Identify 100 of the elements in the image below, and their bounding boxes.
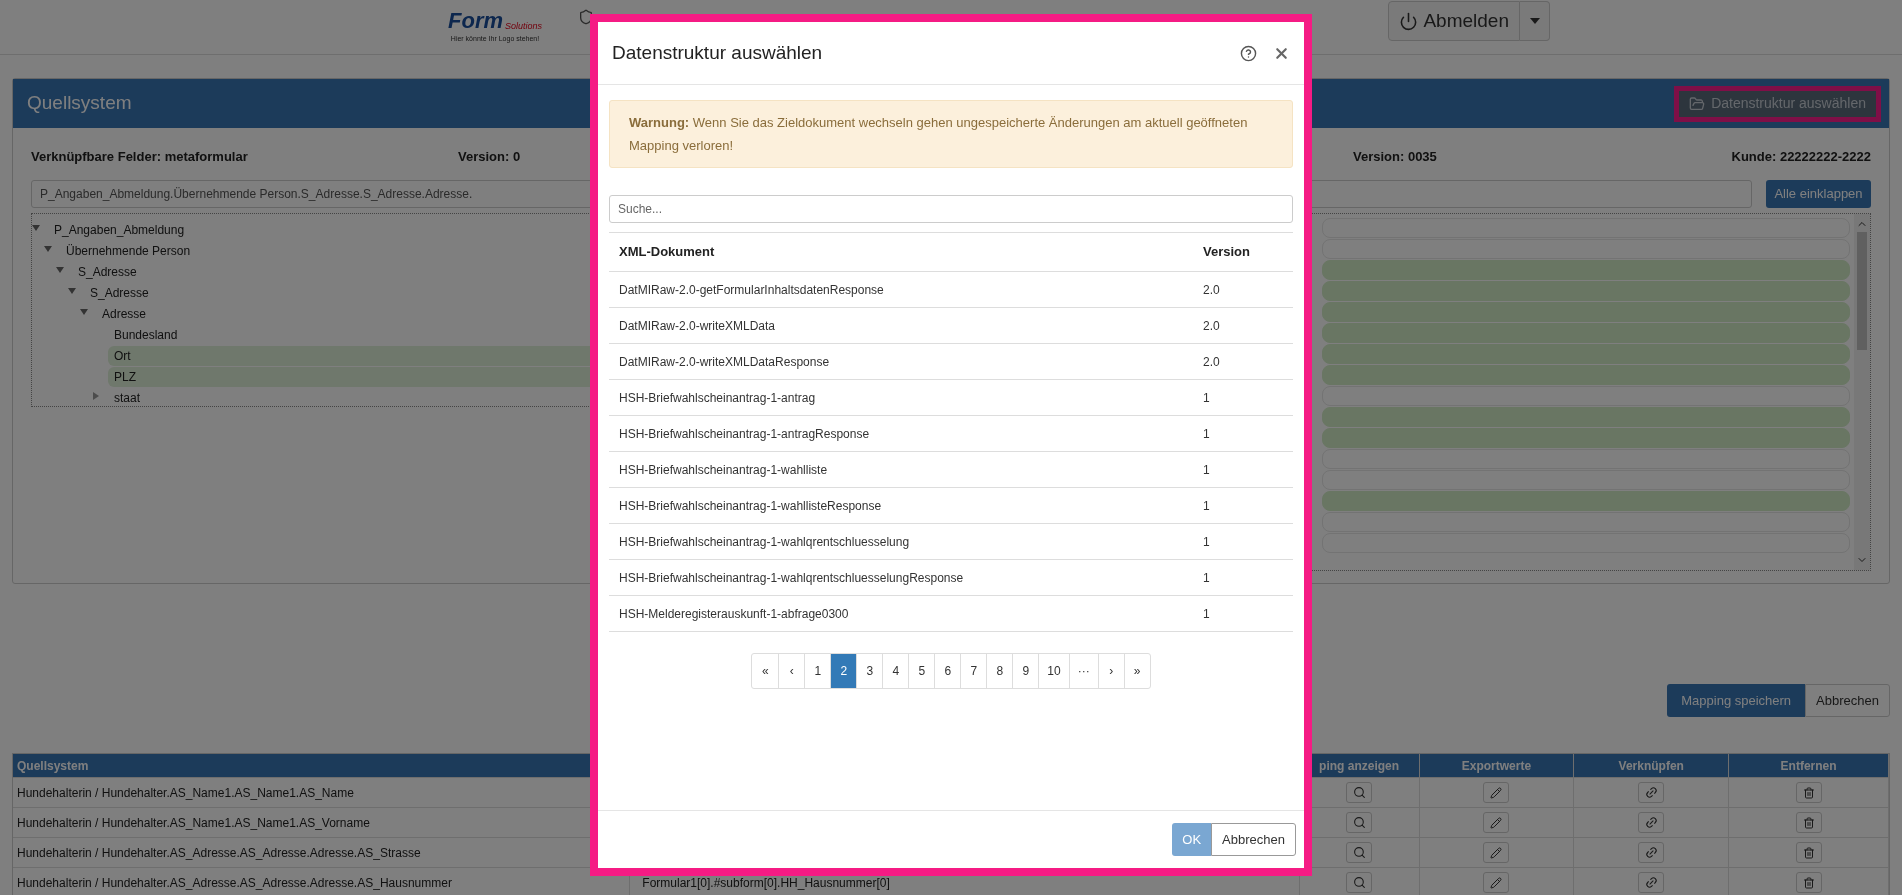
- page-button[interactable]: 6: [934, 654, 961, 688]
- document-name: HSH-Briefwahlscheinantrag-1-wahlqrentschluesselung: [619, 533, 911, 551]
- power-icon: [1399, 11, 1419, 31]
- document-version: 1: [1203, 389, 1210, 407]
- page-button[interactable]: ›: [1097, 654, 1124, 688]
- search-icon: [1352, 786, 1366, 799]
- delete-button[interactable]: [1795, 782, 1822, 803]
- document-row[interactable]: DatMIRaw-2.0-getFormularInhaltsdatenResponse 2.0: [609, 271, 1293, 307]
- document-row[interactable]: HSH-Briefwahlscheinantrag-1-antragResponse 1: [609, 415, 1293, 451]
- search-field[interactable]: Suche...: [609, 195, 1293, 223]
- pencil-icon: [1490, 786, 1503, 799]
- page-button[interactable]: 2: [830, 654, 857, 688]
- page-button[interactable]: 8: [986, 654, 1013, 688]
- search-icon: [1352, 846, 1366, 859]
- page-button[interactable]: »: [1123, 654, 1150, 688]
- expanded-triangle-icon[interactable]: [68, 286, 76, 295]
- page-button[interactable]: 9: [1012, 654, 1039, 688]
- search-button[interactable]: [1346, 782, 1373, 803]
- collapsed-triangle-icon[interactable]: [92, 391, 100, 400]
- document-name: HSH-Briefwahlscheinantrag-1-antragResponse: [619, 425, 871, 443]
- page-button[interactable]: «: [752, 654, 779, 688]
- edit-button[interactable]: [1483, 812, 1510, 833]
- document-row[interactable]: HSH-Briefwahlscheinantrag-1-wahlqrentschluesselungResponse 1: [609, 559, 1293, 595]
- delete-button[interactable]: [1795, 872, 1822, 893]
- edit-button[interactable]: [1483, 872, 1510, 893]
- link-button[interactable]: [1638, 842, 1665, 863]
- column-header: Version: [1203, 243, 1250, 262]
- link-button[interactable]: [1638, 872, 1665, 893]
- document-row[interactable]: HSH-Briefwahlscheinantrag-1-wahllisteResponse 1: [609, 487, 1293, 523]
- logo-word: Form: [448, 9, 503, 32]
- page-button[interactable]: ‹: [778, 654, 805, 688]
- trash-icon: [1802, 816, 1815, 829]
- column-header: XML-Dokument: [619, 243, 716, 262]
- edit-button[interactable]: [1483, 842, 1510, 863]
- expanded-triangle-icon[interactable]: [44, 244, 52, 253]
- page-button[interactable]: 3: [856, 654, 883, 688]
- warning-text: Warnung: Wenn Sie das Zieldokument wechseln gehen ungespeicherte Änderungen am aktuell geöffneten Mapping verloren!: [629, 114, 1249, 155]
- document-version: 2.0: [1203, 317, 1220, 335]
- document-version: 1: [1203, 533, 1210, 551]
- search-icon: [1352, 876, 1366, 889]
- pencil-icon: [1490, 846, 1503, 859]
- expanded-triangle-icon[interactable]: [32, 223, 40, 232]
- dialog-title: Datenstruktur auswählen: [612, 40, 823, 65]
- document-row[interactable]: HSH-Briefwahlscheinantrag-1-wahlliste 1: [609, 451, 1293, 487]
- version-label: Version: 0: [458, 148, 521, 167]
- cancel-button[interactable]: Abbrechen: [1211, 823, 1296, 856]
- dropdown-toggle[interactable]: [1520, 1, 1550, 41]
- scrollbar[interactable]: [1854, 214, 1870, 570]
- delete-button[interactable]: [1795, 812, 1822, 833]
- search-button[interactable]: [1346, 872, 1373, 893]
- document-version: 2.0: [1203, 281, 1220, 299]
- document-row[interactable]: HSH-Briefwahlscheinantrag-1-antrag 1: [609, 379, 1293, 415]
- page-button[interactable]: 4: [882, 654, 909, 688]
- table-cell-text: Hundehalterin / Hundehalter.AS_Adresse.AS_Adresse.Adresse.AS_Hausnummer: [17, 874, 452, 892]
- document-name: HSH-Melderegisterauskunft-1-abfrage0300: [619, 605, 850, 623]
- document-name: HSH-Briefwahlscheinantrag-1-antrag: [619, 389, 817, 407]
- column-header: Quellsystem: [17, 757, 89, 775]
- trash-icon: [1802, 846, 1815, 859]
- document-row[interactable]: DatMIRaw-2.0-writeXMLDataResponse 2.0: [609, 343, 1293, 379]
- document-row[interactable]: HSH-Briefwahlscheinantrag-1-wahlqrentschluesselung 1: [609, 523, 1293, 559]
- document-version: 1: [1203, 425, 1210, 443]
- document-name: HSH-Briefwahlscheinantrag-1-wahlqrentschluesselungResponse: [619, 569, 965, 587]
- document-row[interactable]: DatMIRaw-2.0-writeXMLData 2.0: [609, 307, 1293, 343]
- document-name: HSH-Briefwahlscheinantrag-1-wahlliste: [619, 461, 829, 479]
- link-button[interactable]: [1638, 782, 1665, 803]
- document-name: DatMIRaw-2.0-getFormularInhaltsdatenResponse: [619, 281, 885, 299]
- expanded-triangle-icon[interactable]: [56, 265, 64, 274]
- page-button[interactable]: ···: [1068, 654, 1098, 688]
- document-version: 1: [1203, 569, 1210, 587]
- search-button[interactable]: [1346, 812, 1373, 833]
- page-button[interactable]: 10: [1038, 654, 1069, 688]
- help-icon[interactable]: [1240, 44, 1257, 62]
- document-version: 2.0: [1203, 353, 1220, 371]
- table-cell-text: Hundehalterin / Hundehalter.AS_Name1.AS_Name1.AS_Vorname: [17, 814, 370, 832]
- search-button[interactable]: [1346, 842, 1373, 863]
- page-button[interactable]: 7: [960, 654, 987, 688]
- customer-label: Kunde: 22222222-2222: [1731, 148, 1871, 167]
- column-header: ping anzeigen: [1319, 757, 1400, 775]
- cancel-button[interactable]: Abbrechen: [1805, 684, 1890, 717]
- table-cell-text: Formular1[0].#subform[0].HH_Hausnummer[0]: [642, 874, 890, 892]
- document-version: 1: [1203, 605, 1210, 623]
- search-icon: [1352, 816, 1366, 829]
- document-name: DatMIRaw-2.0-writeXMLData: [619, 317, 777, 335]
- trash-icon: [1802, 786, 1815, 799]
- document-name: HSH-Briefwahlscheinantrag-1-wahllisteResponse: [619, 497, 883, 515]
- document-version: 1: [1203, 497, 1210, 515]
- edit-button[interactable]: [1483, 782, 1510, 803]
- scrollbar-thumb[interactable]: [1857, 232, 1867, 350]
- version-label: Version: 0035: [1353, 148, 1437, 167]
- document-row[interactable]: HSH-Melderegisterauskunft-1-abfrage0300 1: [609, 595, 1293, 631]
- document-version: 1: [1203, 461, 1210, 479]
- table-cell-text: Hundehalterin / Hundehalter.AS_Name1.AS_Name1.AS_Name: [17, 784, 354, 802]
- delete-button[interactable]: [1795, 842, 1822, 863]
- link-button[interactable]: [1638, 812, 1665, 833]
- logo-subword: Solutions: [505, 21, 543, 31]
- logout-button[interactable]: Abmelden: [1388, 1, 1520, 41]
- panel-title: Quellsystem: [27, 91, 132, 116]
- page-button[interactable]: 5: [908, 654, 935, 688]
- expanded-triangle-icon[interactable]: [80, 307, 88, 316]
- folder-icon: [1689, 95, 1706, 112]
